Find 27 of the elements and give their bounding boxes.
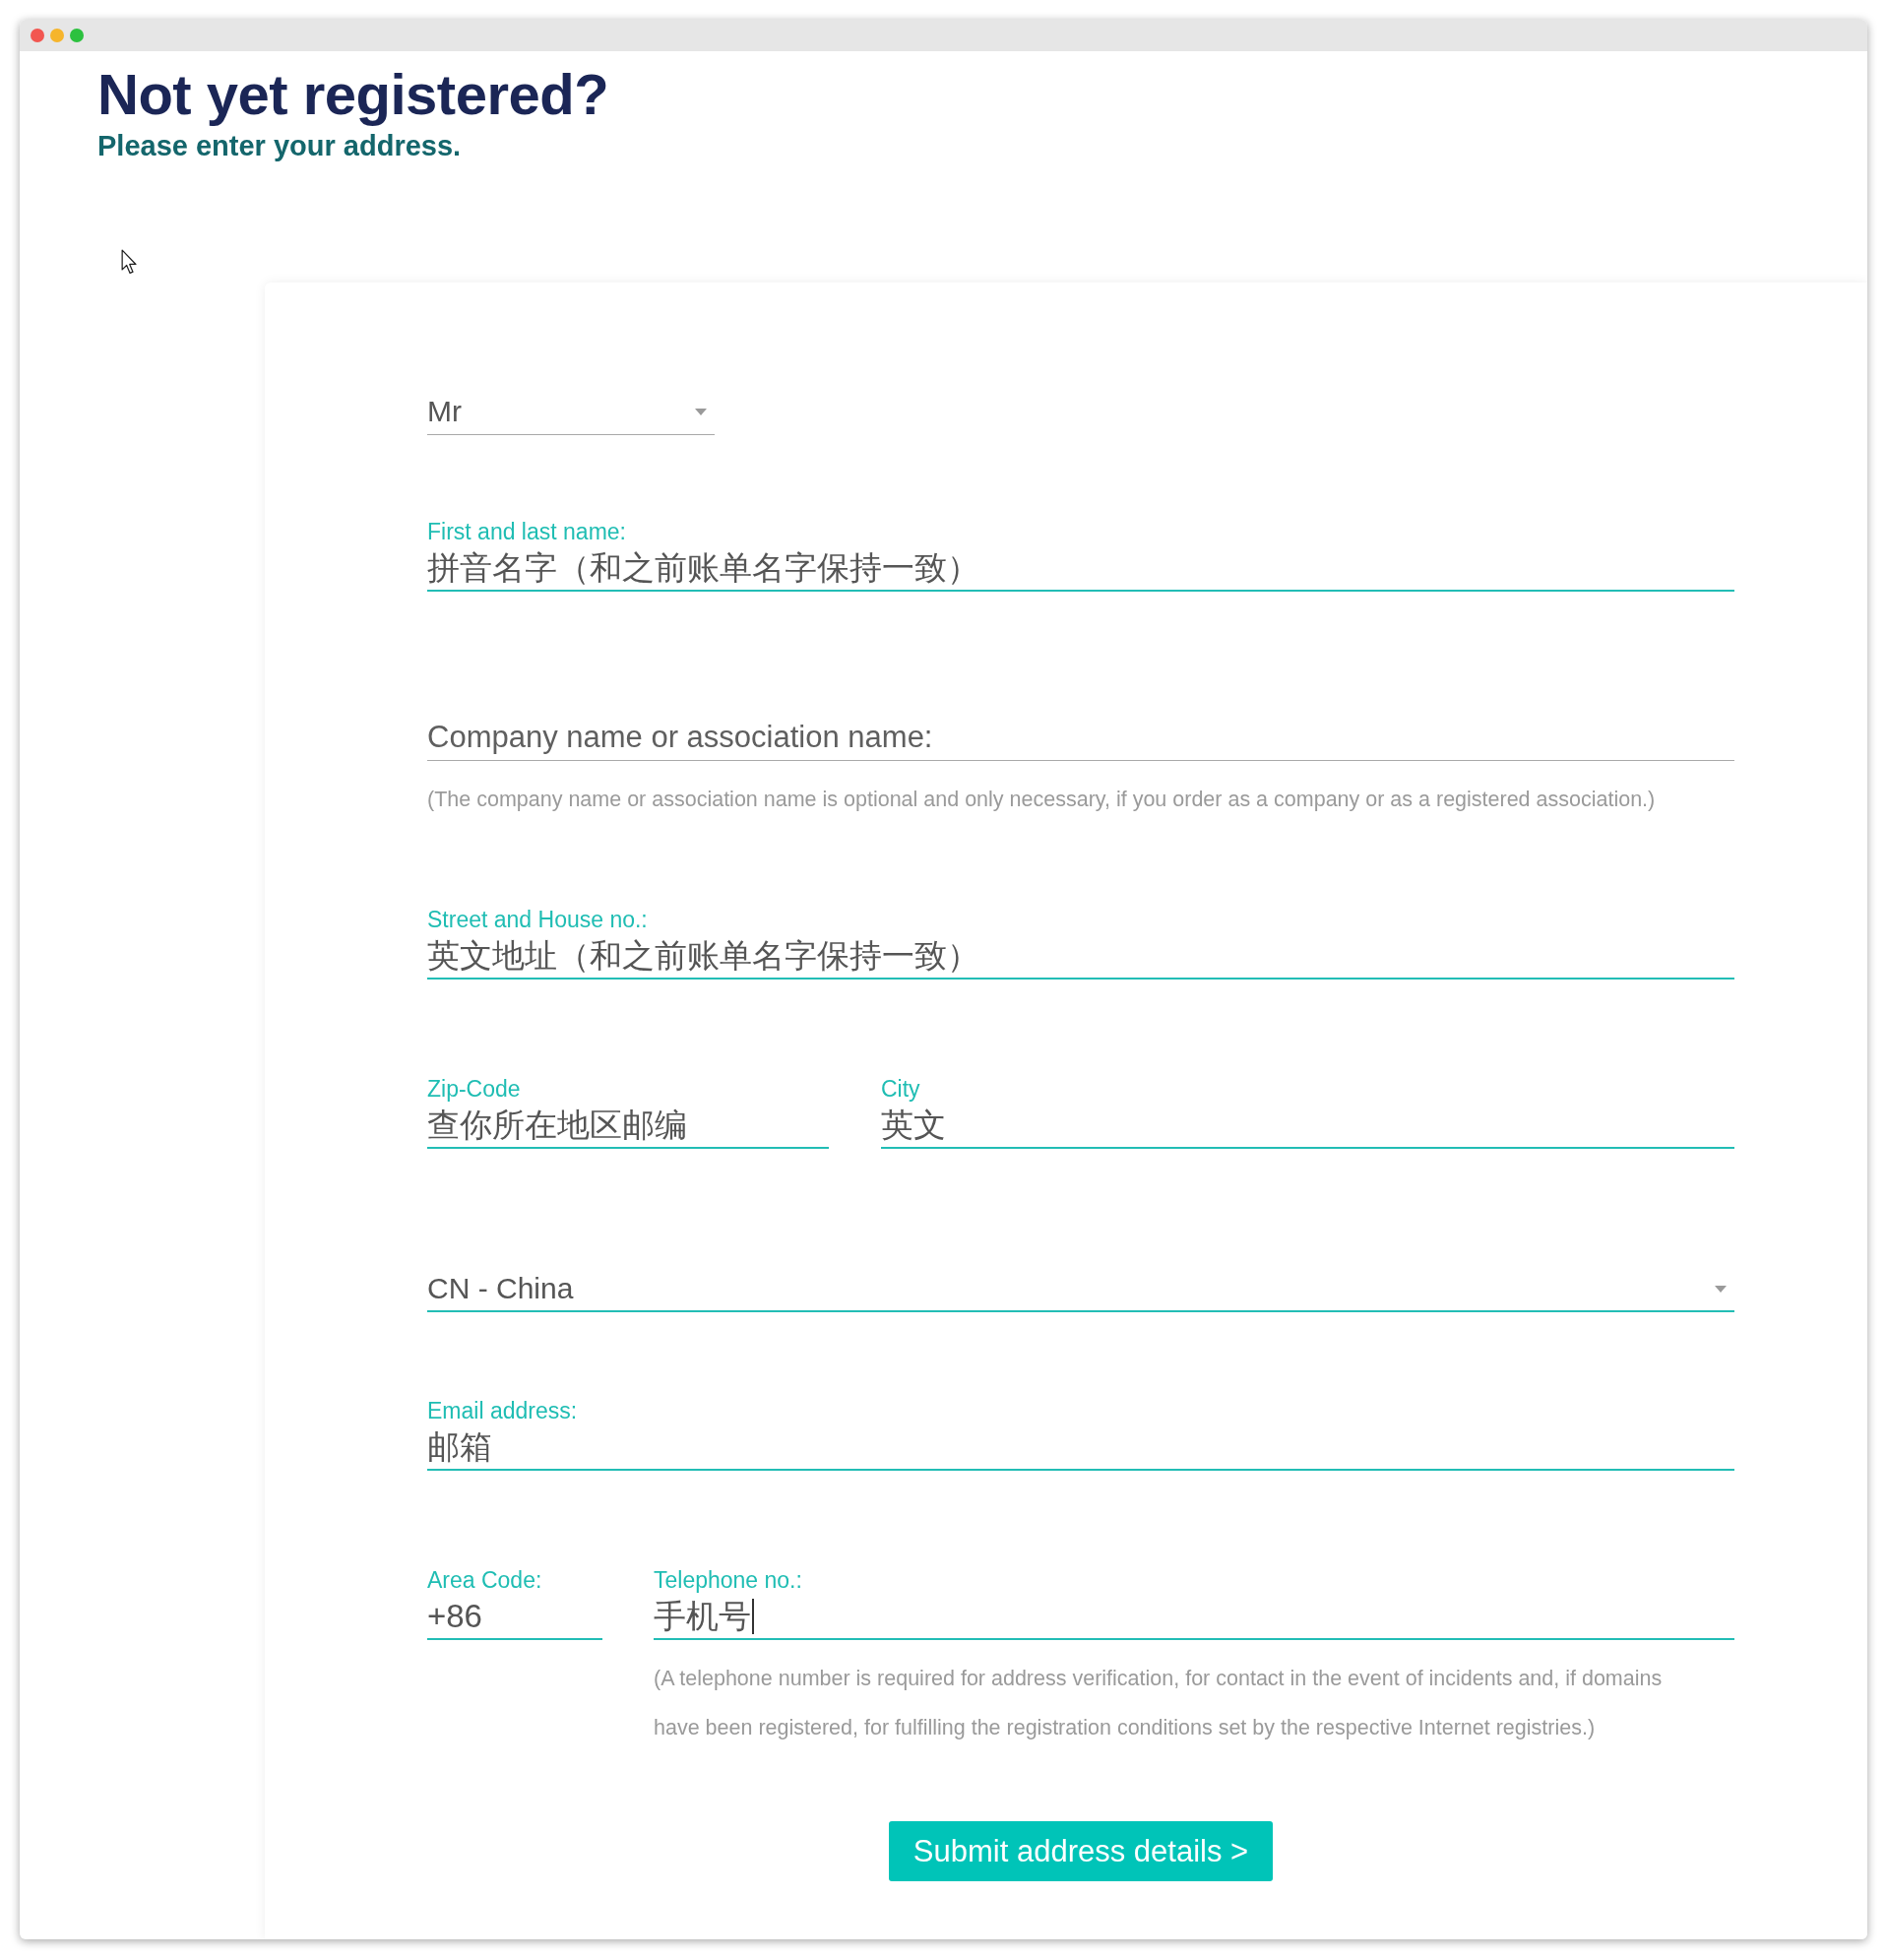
salutation-select[interactable]: Mr (427, 390, 715, 435)
caret-icon (1715, 1285, 1727, 1293)
city-field[interactable]: City 英文 (881, 1074, 1734, 1149)
street-field[interactable]: Street and House no.: 英文地址（和之前账单名字保持一致） (427, 905, 1734, 980)
maximize-button-icon[interactable] (70, 29, 84, 42)
field-label: Telephone no.: (654, 1566, 802, 1595)
help-text: (The company name or association name is optional and only necessary, if you order as a company or as a registered association.) (427, 787, 1657, 813)
page-title: Not yet registered? (97, 63, 609, 126)
name-field[interactable]: First and last name: 拼音名字（和之前账单名字保持一致） (427, 517, 1734, 592)
company-field[interactable]: Company name or association name: (427, 716, 1734, 761)
zip-code-field[interactable]: Zip-Code 查你所在地区邮编 (427, 1074, 829, 1149)
field-label: Area Code: (427, 1566, 542, 1595)
telephone-field[interactable]: Telephone no.: 手机号 (654, 1565, 1734, 1640)
field-label: Email address: (427, 1397, 578, 1425)
email-field[interactable]: Email address: 邮箱 (427, 1396, 1734, 1471)
page-subtitle: Please enter your address. (97, 129, 462, 163)
help-text: (A telephone number is required for address verification, for contact in the event of incidents and, if domains have been registered, for fulfilling the registration conditions set by the respective Internet registries.) (654, 1666, 1664, 1741)
mouse-pointer-icon (121, 249, 138, 275)
caret-icon (695, 408, 707, 415)
field-label: City (881, 1075, 920, 1104)
minimize-button-icon[interactable] (50, 29, 64, 42)
field-label: Zip-Code (427, 1075, 521, 1104)
country-select[interactable]: CN - China (427, 1267, 1734, 1312)
field-label: First and last name: (427, 518, 626, 546)
area-code-field[interactable]: Area Code: +86 (427, 1565, 602, 1640)
field-label: Street and House no.: (427, 906, 648, 934)
close-button-icon[interactable] (31, 29, 44, 42)
